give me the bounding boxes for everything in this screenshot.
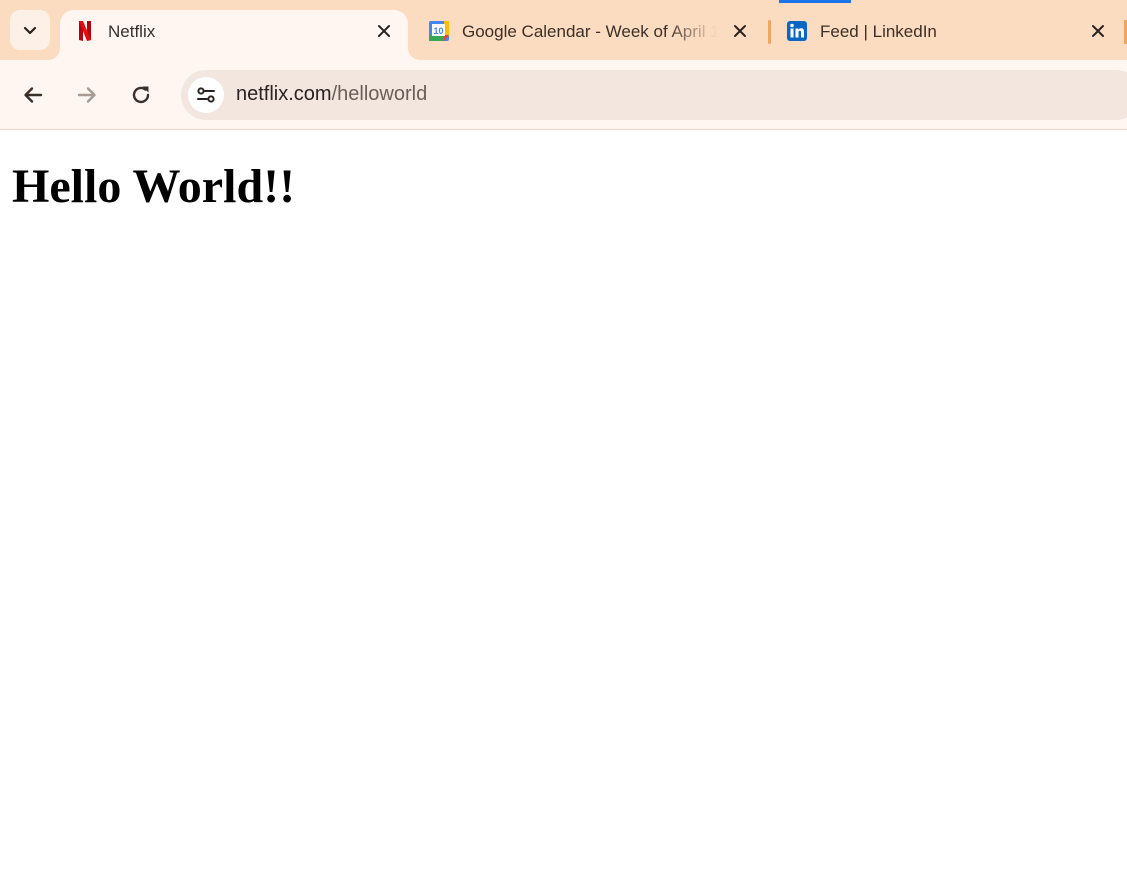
close-icon (378, 25, 390, 37)
chevron-down-icon (23, 26, 37, 35)
reload-button[interactable] (121, 75, 161, 115)
close-icon (1092, 25, 1104, 37)
tab-search-button[interactable] (10, 10, 50, 50)
netflix-icon (79, 21, 91, 41)
google-calendar-icon: 10 (429, 21, 449, 41)
page-content: Hello World!! (0, 131, 1127, 886)
browser-toolbar: netflix.com/helloworld (0, 60, 1127, 130)
tab-close-button[interactable] (1086, 19, 1110, 43)
url-text[interactable]: netflix.com/helloworld (236, 83, 427, 106)
tab-title: Google Calendar - Week of April 10 (462, 22, 717, 41)
page-heading: Hello World!! (12, 160, 296, 213)
tab-netflix[interactable]: Netflix (60, 10, 408, 60)
forward-button[interactable] (67, 75, 107, 115)
tab-strip: Netflix 10 Google Calendar - Week of Apr… (0, 0, 1127, 60)
url-host: netflix.com (236, 83, 332, 105)
browser-window: Netflix 10 Google Calendar - Week of Apr… (0, 0, 1127, 886)
tab-google-calendar[interactable]: 10 Google Calendar - Week of April 10 (414, 10, 764, 60)
site-info-button[interactable] (188, 77, 224, 113)
tab-close-button[interactable] (372, 19, 396, 43)
close-icon (734, 25, 746, 37)
tab-title: Feed | LinkedIn (820, 22, 937, 41)
tab-separator (768, 20, 771, 44)
arrow-left-icon (24, 87, 43, 103)
url-path: /helloworld (331, 83, 428, 105)
calendar-day-number: 10 (433, 26, 443, 36)
back-button[interactable] (13, 75, 53, 115)
linkedin-icon (787, 21, 807, 41)
tune-icon (197, 87, 215, 103)
address-bar[interactable]: netflix.com/helloworld (181, 70, 1127, 120)
tab-linkedin[interactable]: Feed | LinkedIn (772, 10, 1122, 60)
reload-icon (132, 86, 150, 104)
tab-title: Netflix (108, 22, 156, 41)
tab-loading-indicator (779, 0, 851, 3)
tab-close-button[interactable] (728, 19, 752, 43)
arrow-right-icon (77, 87, 96, 103)
